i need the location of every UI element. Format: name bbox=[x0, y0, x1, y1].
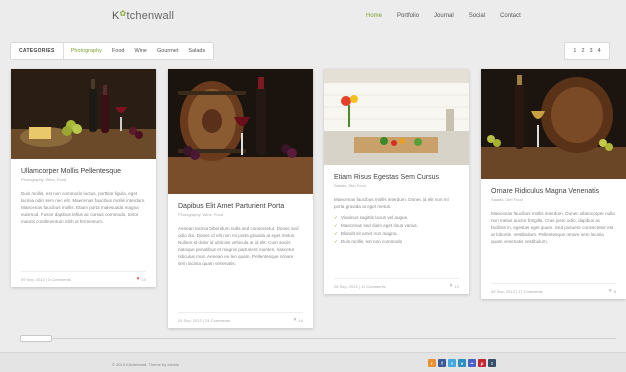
post-title[interactable]: Ornare Ridiculus Magna Venenatis bbox=[491, 187, 616, 196]
heart-icon: ♥ bbox=[449, 283, 453, 289]
post-title[interactable]: Etiam Risus Egestas Sem Cursus bbox=[334, 173, 459, 182]
filter-wine[interactable]: Wine bbox=[129, 48, 152, 54]
post-footer: 09 Sep, 2012 | 17 Comments ♥ 8 bbox=[491, 283, 616, 299]
post-image-barrel[interactable] bbox=[168, 69, 313, 194]
pinterest-icon[interactable]: p bbox=[478, 359, 486, 367]
copyright: © 2013 Kitchenwall. Theme by elemis bbox=[112, 362, 179, 367]
post-categories: Photography, Wine, Food bbox=[21, 177, 67, 182]
category-filter: CATEGORIES Photography Food Wine Gourmet… bbox=[10, 42, 215, 60]
post-image-wine-cheese[interactable] bbox=[11, 69, 156, 159]
flickr-icon[interactable]: •• bbox=[468, 359, 476, 367]
post-title[interactable]: Dapibus Elit Amet Parturient Porta bbox=[178, 202, 303, 211]
wine-barrel-photo bbox=[168, 69, 313, 194]
logo-letter: K bbox=[112, 10, 120, 22]
post-excerpt: Aenean lacinia bibendum nulla sed consec… bbox=[178, 226, 299, 266]
post-excerpt: Maecenas faucibus mollis interdum. Donec… bbox=[491, 211, 615, 244]
wine-grapes-photo bbox=[481, 69, 626, 179]
nav-contact[interactable]: Contact bbox=[500, 13, 521, 19]
nav-portfolio[interactable]: Portfolio bbox=[397, 13, 419, 19]
post-card[interactable]: Ornare Ridiculus Magna Venenatis Salads,… bbox=[481, 69, 626, 299]
list-item: ✓ Maecenas sed diam eget risus varius. bbox=[334, 223, 418, 228]
tumblr-icon[interactable]: t bbox=[488, 359, 496, 367]
post-meta: 24 Sep, 2012 | 24 Comments bbox=[178, 318, 230, 323]
heart-icon: ♥ bbox=[293, 317, 297, 323]
like-count: 10 bbox=[141, 277, 146, 282]
post-meta: 28 Sep, 2012 | 11 Comments bbox=[334, 284, 386, 289]
twitter-icon[interactable]: t bbox=[448, 359, 456, 367]
post-card[interactable]: Ullamcorper Mollis Pellentesque Photogra… bbox=[11, 69, 156, 287]
vimeo-icon[interactable]: v bbox=[458, 359, 466, 367]
heart-icon: ♥ bbox=[608, 288, 612, 294]
page-2[interactable]: 2 bbox=[581, 48, 584, 54]
post-categories: Photography, Wine, Food bbox=[178, 212, 224, 217]
rss-icon[interactable]: r bbox=[428, 359, 436, 367]
horizontal-scroll-track[interactable] bbox=[20, 338, 616, 339]
check-icon: ✓ bbox=[334, 223, 338, 228]
check-icon: ✓ bbox=[334, 239, 338, 244]
footer: © 2013 Kitchenwall. Theme by elemis r f … bbox=[0, 352, 626, 372]
list-item: ✓ Vivamus sagittis lacus vel augue. bbox=[334, 215, 409, 220]
post-meta: 09 Sep, 2012 | 17 Comments bbox=[491, 289, 543, 294]
post-footer: 24 Sep, 2012 | 24 Comments ♥ 14 bbox=[178, 312, 303, 328]
header: K✿tchenwall Home Portfolio Journal Socia… bbox=[0, 0, 626, 34]
nav-journal[interactable]: Journal bbox=[434, 13, 454, 19]
list-item: ✓ Blandit sit amet non magna. bbox=[334, 231, 398, 236]
check-icon: ✓ bbox=[334, 231, 338, 236]
post-categories: Salads, Diet Food bbox=[491, 197, 523, 202]
page-4[interactable]: 4 bbox=[598, 48, 601, 54]
post-image-wine-barrel[interactable] bbox=[481, 69, 626, 179]
nav-social[interactable]: Social bbox=[469, 13, 485, 19]
like-count: 14 bbox=[298, 318, 303, 323]
horizontal-scroll-thumb[interactable] bbox=[20, 335, 52, 342]
like-button[interactable]: ♥ 8 bbox=[608, 288, 616, 295]
post-excerpt: Maecenas faucibus mollis interdum. Donec… bbox=[334, 197, 449, 209]
post-card[interactable]: Dapibus Elit Amet Parturient Porta Photo… bbox=[168, 69, 313, 328]
like-button[interactable]: ♥ 10 bbox=[136, 276, 146, 283]
filter-salads[interactable]: Salads bbox=[183, 48, 213, 54]
like-count: 8 bbox=[613, 289, 616, 294]
leaf-icon: ✿ bbox=[119, 9, 127, 18]
filter-photography[interactable]: Photography bbox=[64, 48, 107, 54]
filter-gourmet[interactable]: Gourmet bbox=[152, 48, 183, 54]
post-footer: 09 Sep, 2012 | 3 Comments ♥ 10 bbox=[21, 271, 146, 287]
post-meta: 09 Sep, 2012 | 3 Comments bbox=[21, 277, 71, 282]
check-icon: ✓ bbox=[334, 215, 338, 220]
post-image-kitchen[interactable] bbox=[324, 69, 469, 165]
like-button[interactable]: ♥ 12 bbox=[449, 283, 459, 290]
site-logo[interactable]: K✿tchenwall bbox=[112, 9, 175, 22]
like-count: 12 bbox=[454, 284, 459, 289]
facebook-icon[interactable]: f bbox=[438, 359, 446, 367]
kitchen-counter-photo bbox=[324, 69, 469, 165]
post-title[interactable]: Ullamcorper Mollis Pellentesque bbox=[21, 167, 146, 176]
post-checklist: ✓ Vivamus sagittis lacus vel augue. ✓ Maec… bbox=[334, 214, 459, 246]
nav-home[interactable]: Home bbox=[366, 13, 382, 19]
wine-still-life-photo bbox=[11, 69, 156, 159]
list-item: ✓ Duis mollis, est non commodo bbox=[334, 239, 403, 244]
post-excerpt: Duis mollis, est non commodo luctus, por… bbox=[21, 191, 146, 224]
like-button[interactable]: ♥ 14 bbox=[293, 317, 303, 324]
categories-label: CATEGORIES bbox=[11, 43, 64, 59]
heart-icon: ♥ bbox=[136, 276, 140, 282]
page-3[interactable]: 3 bbox=[590, 48, 593, 54]
post-categories: Salads, Diet Food bbox=[334, 183, 366, 188]
post-card[interactable]: Etiam Risus Egestas Sem Cursus Salads, D… bbox=[324, 69, 469, 294]
post-footer: 28 Sep, 2012 | 11 Comments ♥ 12 bbox=[334, 278, 459, 294]
social-links: r f t v •• p t bbox=[428, 359, 496, 367]
pagination: 1 2 3 4 bbox=[564, 42, 610, 60]
filter-food[interactable]: Food bbox=[107, 48, 130, 54]
logo-text: tchenwall bbox=[126, 10, 175, 22]
main-nav: Home Portfolio Journal Social Contact bbox=[366, 13, 536, 19]
page-1[interactable]: 1 bbox=[573, 48, 576, 54]
